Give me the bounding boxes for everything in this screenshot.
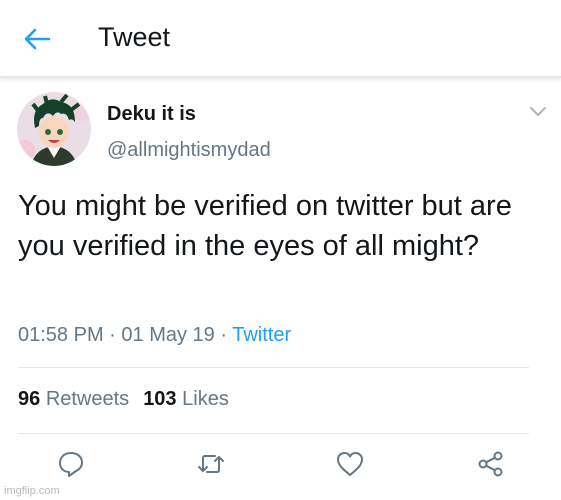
tweet-time: 01:58 PM bbox=[18, 324, 104, 346]
likes-stat[interactable]: 103 Likes bbox=[143, 388, 229, 410]
retweets-count: 96 bbox=[18, 388, 41, 410]
heart-icon[interactable] bbox=[335, 449, 365, 479]
retweet-icon[interactable] bbox=[196, 449, 226, 479]
avatar-image bbox=[17, 92, 91, 166]
avatar[interactable] bbox=[17, 92, 91, 166]
tweet-stats: 96 Retweets 103 Likes bbox=[18, 388, 229, 411]
chevron-down-icon[interactable] bbox=[528, 104, 548, 118]
likes-count: 103 bbox=[143, 388, 177, 410]
page-title: Tweet bbox=[98, 22, 171, 52]
retweets-label: Retweets bbox=[45, 388, 130, 410]
tweet-date: 01 May 19 bbox=[121, 324, 215, 346]
divider bbox=[18, 433, 529, 434]
display-name[interactable]: Deku it is bbox=[107, 103, 196, 126]
back-arrow-icon[interactable] bbox=[22, 24, 52, 54]
likes-label: Likes bbox=[182, 388, 229, 410]
meta-separator: · bbox=[214, 324, 233, 346]
share-icon[interactable] bbox=[476, 449, 506, 479]
retweets-stat[interactable]: 96 Retweets bbox=[18, 388, 129, 410]
tweet-source-link[interactable]: Twitter bbox=[232, 324, 291, 346]
watermark: imgflip.com bbox=[4, 485, 60, 497]
reply-icon[interactable] bbox=[56, 449, 86, 479]
user-handle[interactable]: @allmightismydad bbox=[107, 139, 271, 162]
top-bar: Tweet bbox=[0, 0, 561, 78]
meta-separator: · bbox=[103, 324, 122, 346]
tweet-meta: 01:58 PM · 01 May 19 · Twitter bbox=[18, 324, 291, 347]
tweet-text: You might be verified on twitter but are… bbox=[18, 190, 512, 262]
divider bbox=[18, 367, 529, 368]
